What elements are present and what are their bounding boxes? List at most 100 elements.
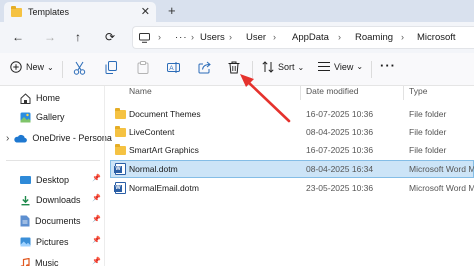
- folder-icon: [115, 108, 126, 119]
- chevron-down-icon: ⌄: [297, 62, 305, 72]
- breadcrumb-appdata[interactable]: AppData: [292, 32, 329, 43]
- view-list-icon: [318, 62, 330, 71]
- list-item[interactable]: NormalEmail.dotm 23-05-2025 10:36 Micros…: [110, 179, 474, 197]
- address-row: ← → ↑ ⟳ › ··· › Users › User › AppData ›…: [0, 22, 474, 53]
- list-item[interactable]: SmartArt Graphics 16-07-2025 10:36 File …: [110, 141, 474, 159]
- pane-divider[interactable]: [104, 86, 105, 266]
- sidebar-item-downloads[interactable]: Downloads: [20, 191, 81, 209]
- file-date: 16-07-2025 10:36: [306, 145, 374, 155]
- refresh-button[interactable]: ⟳: [105, 30, 115, 44]
- sidebar-item-music[interactable]: Music: [20, 254, 59, 266]
- sidebar-item-label: OneDrive - Persona: [32, 133, 112, 143]
- sort-button[interactable]: Sort ⌄: [262, 61, 304, 73]
- sidebar-item-label: Gallery: [36, 112, 65, 122]
- sort-icon: [262, 61, 274, 73]
- svg-text:A: A: [169, 65, 174, 72]
- sidebar-divider: [6, 160, 100, 161]
- chevron-right-icon: ›: [158, 32, 161, 42]
- title-bar: Templates ✕ +: [0, 0, 474, 22]
- list-item-selected[interactable]: Normal.dotm 08-04-2025 16:34 Microsoft W…: [110, 160, 474, 178]
- command-bar: New ⌄ A Sort ⌄ View ⌄ ···: [0, 53, 474, 86]
- delete-button[interactable]: [228, 61, 240, 74]
- file-type: File folder: [409, 109, 447, 119]
- chevron-right-icon: ›: [229, 32, 232, 42]
- sidebar-item-gallery[interactable]: Gallery: [20, 108, 65, 126]
- sidebar-item-label: Music: [35, 258, 59, 266]
- share-button[interactable]: [198, 61, 211, 74]
- up-button[interactable]: ↑: [75, 30, 81, 44]
- rename-button[interactable]: A: [167, 61, 180, 74]
- address-bar[interactable]: › ··· › Users › User › AppData › Roaming…: [132, 26, 474, 49]
- pin-icon: 📌: [92, 175, 101, 182]
- sidebar-item-home[interactable]: Home: [20, 89, 60, 107]
- home-icon: [20, 92, 31, 104]
- view-button[interactable]: View ⌄: [318, 61, 363, 72]
- file-type: Microsoft Word M: [409, 183, 474, 193]
- pin-icon: 📌: [92, 258, 101, 265]
- sort-button-label: Sort: [278, 62, 295, 72]
- folder-icon: [115, 144, 126, 155]
- cut-button[interactable]: [73, 61, 86, 75]
- column-resize-handle[interactable]: [403, 86, 404, 100]
- breadcrumb-overflow[interactable]: ···: [175, 32, 188, 43]
- list-item[interactable]: LiveContent 08-04-2025 10:36 File folder: [110, 123, 474, 141]
- tab-templates[interactable]: Templates ✕: [4, 2, 156, 22]
- list-item[interactable]: Document Themes 16-07-2025 10:36 File fo…: [110, 105, 474, 123]
- column-resize-handle[interactable]: [300, 86, 301, 100]
- onedrive-icon: [14, 134, 28, 143]
- chevron-right-icon: ›: [273, 32, 276, 42]
- chevron-right-icon: ›: [401, 32, 404, 42]
- sidebar-item-label: Pictures: [36, 237, 69, 247]
- tab-title: Templates: [28, 7, 70, 17]
- pin-icon: 📌: [92, 237, 101, 244]
- copy-button[interactable]: [105, 61, 117, 74]
- breadcrumb-user[interactable]: User: [246, 32, 266, 43]
- toolbar-divider: [62, 61, 63, 78]
- view-button-label: View: [334, 61, 354, 72]
- music-icon: [20, 257, 30, 266]
- new-tab-button[interactable]: +: [168, 3, 176, 18]
- pictures-icon: [20, 237, 31, 247]
- forward-button[interactable]: →: [44, 30, 56, 44]
- column-header-date[interactable]: Date modified: [306, 86, 358, 102]
- column-header-type[interactable]: Type: [409, 86, 427, 102]
- file-date: 23-05-2025 10:36: [306, 183, 374, 193]
- sidebar-item-onedrive[interactable]: › OneDrive - Persona: [6, 129, 112, 147]
- breadcrumb-users[interactable]: Users: [200, 32, 225, 43]
- documents-icon: [20, 215, 30, 227]
- expand-chevron-icon[interactable]: ›: [6, 133, 9, 144]
- file-type: File folder: [409, 127, 447, 137]
- file-date: 08-04-2025 10:36: [306, 127, 374, 137]
- breadcrumb-roaming[interactable]: Roaming: [355, 32, 393, 43]
- file-type: Microsoft Word M: [409, 164, 474, 174]
- downloads-icon: [21, 195, 30, 205]
- column-header-name[interactable]: Name: [129, 86, 152, 102]
- file-name: SmartArt Graphics: [129, 145, 199, 155]
- toolbar-divider: [252, 61, 253, 78]
- file-date: 08-04-2025 16:34: [306, 164, 374, 174]
- chevron-down-icon: ⌄: [47, 62, 54, 72]
- sidebar-item-label: Downloads: [36, 195, 81, 205]
- chevron-right-icon: ›: [191, 32, 194, 42]
- sidebar-item-desktop[interactable]: Desktop: [20, 171, 69, 189]
- file-name: NormalEmail.dotm: [129, 183, 199, 193]
- sidebar-item-label: Home: [36, 93, 61, 103]
- gallery-icon: [20, 112, 31, 122]
- trash-icon: [228, 61, 240, 74]
- sidebar-item-documents[interactable]: Documents: [20, 212, 81, 230]
- chevron-down-icon: ⌄: [356, 62, 364, 71]
- back-button[interactable]: ←: [12, 30, 24, 44]
- copy-icon: [105, 61, 117, 74]
- toolbar-divider: [371, 61, 372, 78]
- pin-icon: 📌: [92, 195, 101, 202]
- paste-button[interactable]: [137, 61, 149, 74]
- breadcrumb-microsoft[interactable]: Microsoft: [417, 32, 456, 43]
- new-button-label: New: [26, 62, 45, 72]
- file-name: Document Themes: [129, 109, 201, 119]
- scissors-icon: [73, 61, 86, 75]
- sidebar-item-pictures[interactable]: Pictures: [20, 233, 69, 251]
- new-button[interactable]: New ⌄: [10, 61, 54, 73]
- see-more-button[interactable]: ···: [380, 58, 396, 73]
- close-tab-icon[interactable]: ✕: [141, 5, 150, 18]
- word-template-icon: [114, 182, 126, 194]
